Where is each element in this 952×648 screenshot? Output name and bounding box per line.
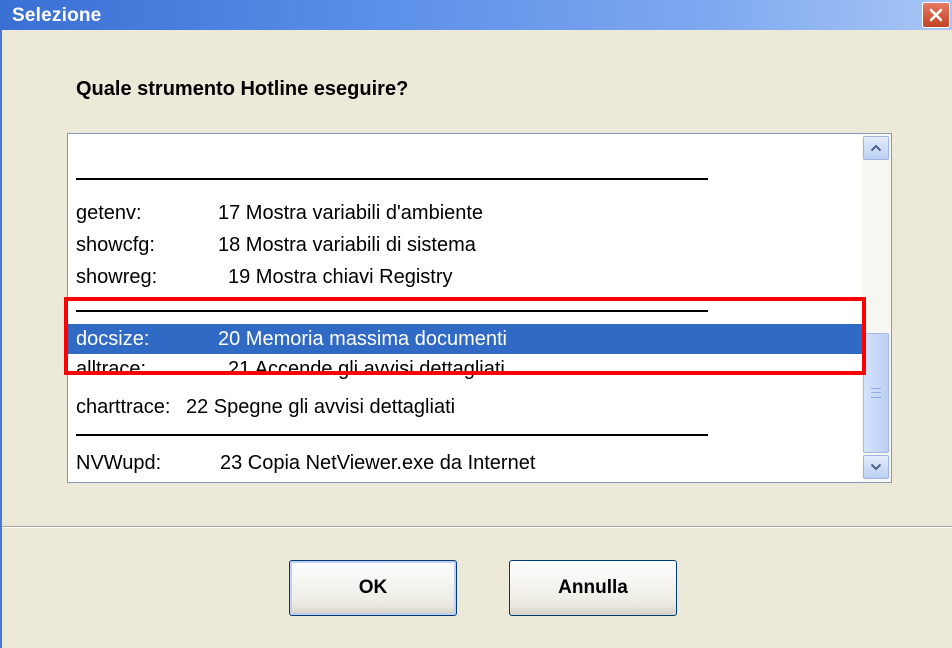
list-separator [76, 434, 708, 436]
chevron-down-icon [870, 463, 882, 471]
item-desc: 17 Mostra variabili d'ambiente [218, 202, 484, 224]
item-desc: 19 Mostra chiavi Registry [228, 266, 453, 288]
title-bar[interactable]: Selezione [0, 0, 952, 30]
scroll-thumb[interactable] [863, 333, 889, 453]
cancel-button[interactable]: Annulla [509, 560, 677, 616]
list-separator [76, 310, 708, 312]
close-button[interactable] [922, 2, 950, 28]
list-item-charttrace[interactable]: charttrace: 22 Spegne gli avvisi dettagl… [68, 392, 862, 422]
list-separator [76, 178, 708, 180]
item-desc: 23 Copia NetViewer.exe da Internet [220, 452, 536, 474]
list-item-getenv[interactable]: getenv: 17 Mostra variabili d'ambiente [68, 198, 862, 228]
ok-button[interactable]: OK [289, 560, 457, 616]
window-title: Selezione [12, 5, 102, 26]
scroll-up-button[interactable] [863, 136, 889, 160]
item-desc: 18 Mostra variabili di sistema [218, 234, 476, 256]
prompt-label: Quale strumento Hotline eseguire? [76, 78, 409, 100]
item-code: alltrace: [76, 358, 147, 380]
item-code: getenv: [76, 202, 142, 224]
item-code: docsize: [76, 328, 150, 350]
close-icon [929, 8, 943, 22]
chevron-up-icon [870, 144, 882, 152]
list-item-docsize[interactable]: docsize: 20 Memoria massima documenti [68, 324, 862, 354]
list-item-showreg[interactable]: showreg: 19 Mostra chiavi Registry [68, 262, 862, 292]
list-item-alltrace[interactable]: alltrace: 21 Accende gli avvisi dettagli… [68, 354, 862, 384]
item-code: NVWupd: [76, 452, 162, 474]
item-code: showreg: [76, 266, 158, 288]
item-desc: 20 Memoria massima documenti [218, 328, 507, 350]
item-code: charttrace: [76, 396, 171, 418]
vertical-scrollbar[interactable] [862, 134, 891, 482]
item-desc: 21 Accende gli avvisi dettagliati [228, 358, 505, 380]
list-item-showcfg[interactable]: showcfg: 18 Mostra variabili di sistema [68, 230, 862, 260]
list-items: getenv: 17 Mostra variabili d'ambiente s… [68, 134, 862, 482]
button-area-divider [2, 526, 952, 528]
list-item-nvwupd[interactable]: NVWupd: 23 Copia NetViewer.exe da Intern… [68, 448, 862, 478]
item-code: showcfg: [76, 234, 155, 256]
tool-listbox[interactable]: getenv: 17 Mostra variabili d'ambiente s… [67, 133, 892, 483]
grip-icon [871, 388, 881, 398]
item-desc: 22 Spegne gli avvisi dettagliati [186, 396, 456, 418]
scroll-down-button[interactable] [863, 455, 889, 479]
